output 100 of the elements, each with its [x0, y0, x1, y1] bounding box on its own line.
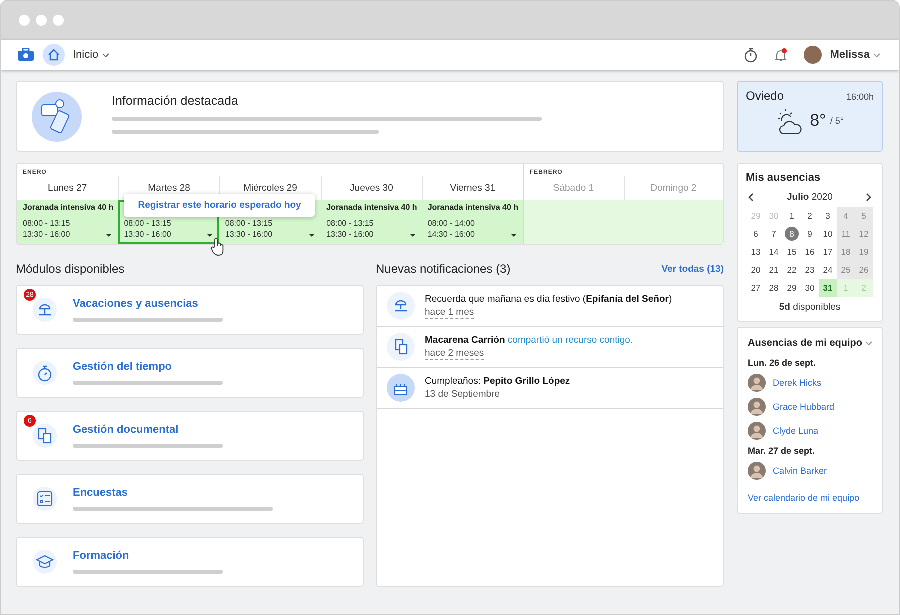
notification-time: hace 1 mes: [425, 306, 474, 318]
person-link[interactable]: Calvin Barker: [773, 466, 828, 476]
shift-time: 13:30 - 16:00: [326, 229, 374, 240]
shift-time: 13:30 - 16:00: [124, 229, 172, 240]
calendar-day[interactable]: 14: [765, 243, 783, 261]
person-link[interactable]: Derek Hicks: [773, 378, 822, 388]
absence-date: Lun. 26 de sept.: [748, 358, 818, 368]
shift-cell[interactable]: [524, 200, 624, 244]
weather-time: 16:00h: [846, 92, 874, 102]
calendar-day[interactable]: 7: [765, 225, 783, 243]
calendar-day[interactable]: 6: [747, 225, 765, 243]
bell-icon[interactable]: [774, 48, 788, 62]
calendar-day[interactable]: 30: [801, 279, 819, 297]
dropdown-caret-icon[interactable]: [511, 234, 518, 237]
absence-date: Mar. 27 de sept.: [748, 446, 816, 456]
temperature: 8°: [810, 111, 826, 131]
shift-cell[interactable]: Joranada intensiva 40 h 08:00 - 14:00 14:30 - 16:00: [422, 200, 524, 244]
user-menu-button[interactable]: Melissa: [830, 49, 881, 61]
calendar-day[interactable]: 19: [855, 243, 873, 261]
module-title[interactable]: Formación: [73, 550, 223, 562]
shift-time: 13:30 - 16:00: [23, 229, 70, 240]
calendar-day[interactable]: 5: [855, 207, 873, 225]
calendar-day[interactable]: 21: [765, 261, 783, 279]
calendar-day[interactable]: 2: [801, 207, 819, 225]
module-card[interactable]: Encuestas: [16, 474, 364, 524]
see-all-link[interactable]: Ver todas (13): [662, 264, 724, 274]
shift-title: Joranada intensiva 40 h: [23, 203, 112, 214]
calendar-day[interactable]: 29: [783, 279, 801, 297]
calendar-day[interactable]: 18: [837, 243, 855, 261]
calendar-day[interactable]: 24: [819, 261, 837, 279]
team-calendar-link[interactable]: Ver calendario de mi equipo: [748, 493, 872, 503]
shift-time: 08:00 - 13:15: [225, 218, 273, 229]
shift-cell[interactable]: Joranada intensiva 40 h 08:00 - 13:15 13:30 - 16:00: [320, 200, 422, 244]
dropdown-caret-icon[interactable]: [308, 234, 315, 237]
tooltip[interactable]: Registrar este horario esperado hoy: [124, 194, 316, 217]
calendar-day[interactable]: 3: [819, 207, 837, 225]
shift-title: Joranada intensiva 40 h: [428, 203, 518, 214]
calendar-day[interactable]: 26: [855, 261, 873, 279]
featured-title: Información destacada: [112, 94, 240, 108]
module-title[interactable]: Vacaciones y ausencias: [73, 298, 223, 310]
calendar-day[interactable]: 16: [801, 243, 819, 261]
person-link[interactable]: Grace Hubbard: [773, 402, 835, 412]
next-month-icon[interactable]: [866, 193, 872, 202]
shift-cell[interactable]: [624, 200, 723, 244]
shift-time: 08:00 - 14:00: [428, 218, 475, 229]
umbrella-icon: [37, 303, 53, 317]
day-header: Sábado 1: [552, 182, 596, 196]
calendar-day[interactable]: 31: [819, 279, 837, 297]
calendar-day[interactable]: 10: [819, 225, 837, 243]
shift-time: 08:00 - 13:15: [23, 218, 70, 229]
caret-icon: [102, 53, 110, 58]
calendar-day[interactable]: 28: [765, 279, 783, 297]
calendar-day[interactable]: 9: [801, 225, 819, 243]
briefcase-logo-icon[interactable]: [17, 48, 35, 62]
avatar-silhouette-icon: [748, 462, 766, 480]
calendar-day[interactable]: 12: [855, 225, 873, 243]
cake-icon: [387, 374, 415, 402]
day-header: Lunes 27: [47, 182, 88, 196]
calendar-day[interactable]: 17: [819, 243, 837, 261]
module-card[interactable]: Formación: [16, 537, 364, 587]
module-title[interactable]: Encuestas: [73, 487, 273, 499]
shift-time: 08:00 - 13:15: [124, 218, 172, 229]
home-menu-button[interactable]: Inicio: [73, 49, 110, 61]
calendar-day[interactable]: 20: [747, 261, 765, 279]
notification-text: Cumpleaños: Pepito Grillo López: [425, 376, 570, 387]
shift-time: 14:30 - 16:00: [428, 229, 475, 240]
calendar-day[interactable]: 11: [837, 225, 855, 243]
shift-time: 08:00 - 13:15: [326, 218, 374, 229]
available-days: 5d disponibles: [746, 302, 874, 313]
dropdown-caret-icon[interactable]: [106, 234, 112, 237]
section-title: Nuevas notificaciones (3): [376, 262, 511, 276]
card-title: Mis ausencias: [746, 172, 822, 184]
module-title[interactable]: Gestión documental: [73, 424, 223, 436]
team-absences-dropdown[interactable]: Ausencias de mi equipo: [748, 338, 874, 349]
calendar-day[interactable]: 27: [747, 279, 765, 297]
module-title[interactable]: Gestión del tiempo: [73, 361, 223, 373]
previous-month-icon[interactable]: [748, 193, 754, 202]
person-link[interactable]: Clyde Luna: [773, 426, 819, 436]
dropdown-caret-icon[interactable]: [410, 234, 416, 237]
notification-text: Recuerda que mañana es día festivo (Epifanía del Señor): [425, 294, 672, 304]
avatar-silhouette-icon: [748, 422, 766, 440]
shared-resource-link[interactable]: compartió un recurso contigo.: [508, 334, 634, 346]
home-icon[interactable]: [43, 44, 65, 66]
phone-chat-icon: [32, 92, 82, 142]
city-name: Oviedo: [746, 89, 784, 103]
calendar-day[interactable]: 8: [785, 227, 799, 241]
calendar-day[interactable]: 13: [747, 243, 765, 261]
module-card[interactable]: Gestión del tiempo: [16, 348, 364, 398]
avatar[interactable]: [804, 46, 822, 64]
caret-icon: [865, 341, 874, 346]
stopwatch-icon: [37, 364, 53, 382]
calendar-day[interactable]: 25: [837, 261, 855, 279]
calendar-day[interactable]: 23: [801, 261, 819, 279]
calendar-day[interactable]: 15: [783, 243, 801, 261]
calendar-day[interactable]: 1: [783, 207, 801, 225]
timer-icon[interactable]: [744, 48, 758, 62]
documents-icon: [38, 428, 52, 444]
calendar-day[interactable]: 22: [783, 261, 801, 279]
shift-cell[interactable]: Joranada intensiva 40 h 08:00 - 13:15 13:30 - 16:00: [17, 200, 118, 244]
calendar-day[interactable]: 4: [837, 207, 855, 225]
